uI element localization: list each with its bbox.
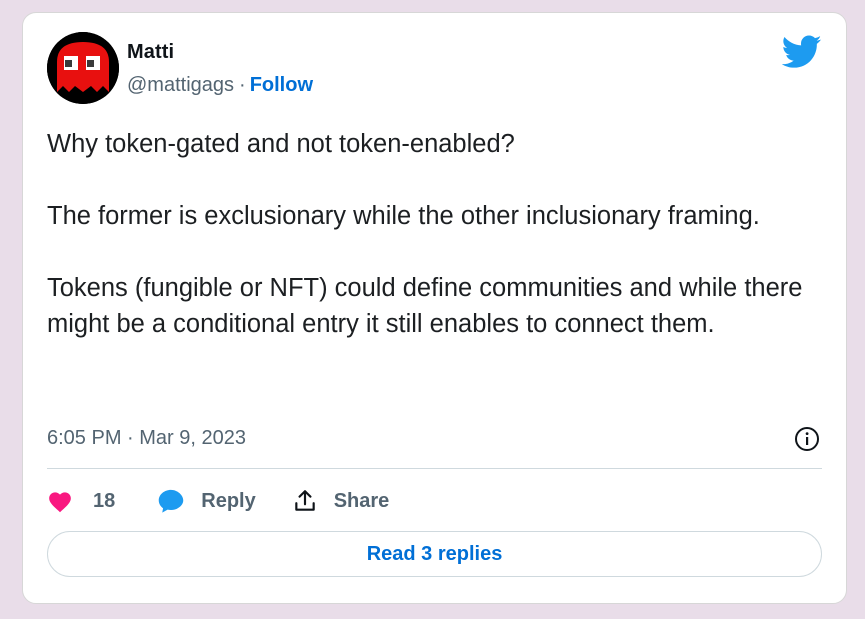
tweet-paragraph: The former is exclusionary while the oth… — [47, 202, 760, 230]
reply-label: Reply — [201, 489, 256, 512]
share-icon — [294, 490, 315, 511]
tweet-card: Matti @mattigags · Follow Why token-gated … — [22, 12, 847, 604]
like-button[interactable]: 18 — [47, 489, 115, 513]
read-replies-button[interactable]: Read 3 replies — [47, 531, 822, 577]
read-replies-label: Read 3 replies — [366, 542, 503, 565]
heart-icon — [49, 492, 71, 513]
like-count: 18 — [93, 489, 116, 512]
action-bar: 18 Reply Share — [47, 485, 389, 517]
red-ghost-icon — [47, 32, 119, 104]
tweet-timestamp[interactable]: 6:05 PM · Mar 9, 2023 — [47, 427, 246, 450]
author-handle-row: @mattigags · Follow — [127, 74, 313, 97]
divider — [47, 468, 822, 469]
follow-link[interactable]: Follow — [250, 74, 313, 96]
share-button[interactable]: Share — [292, 488, 390, 514]
handle-separator: · — [239, 74, 246, 96]
twitter-bird-icon[interactable] — [782, 35, 822, 69]
avatar[interactable] — [47, 32, 119, 104]
tweet-paragraph: Why token-gated and not token-enabled? — [47, 130, 515, 158]
reply-button[interactable]: Reply — [157, 488, 256, 514]
info-icon[interactable] — [794, 426, 820, 452]
author-handle[interactable]: @mattigags — [127, 74, 234, 96]
reply-bubble-icon — [159, 489, 184, 513]
share-label: Share — [333, 489, 390, 512]
tweet-paragraph: Tokens (fungible or NFT) could define co… — [47, 274, 803, 338]
author-name[interactable]: Matti — [127, 41, 174, 64]
tweet-text: Why token-gated and not token-enabled? T… — [47, 126, 822, 342]
